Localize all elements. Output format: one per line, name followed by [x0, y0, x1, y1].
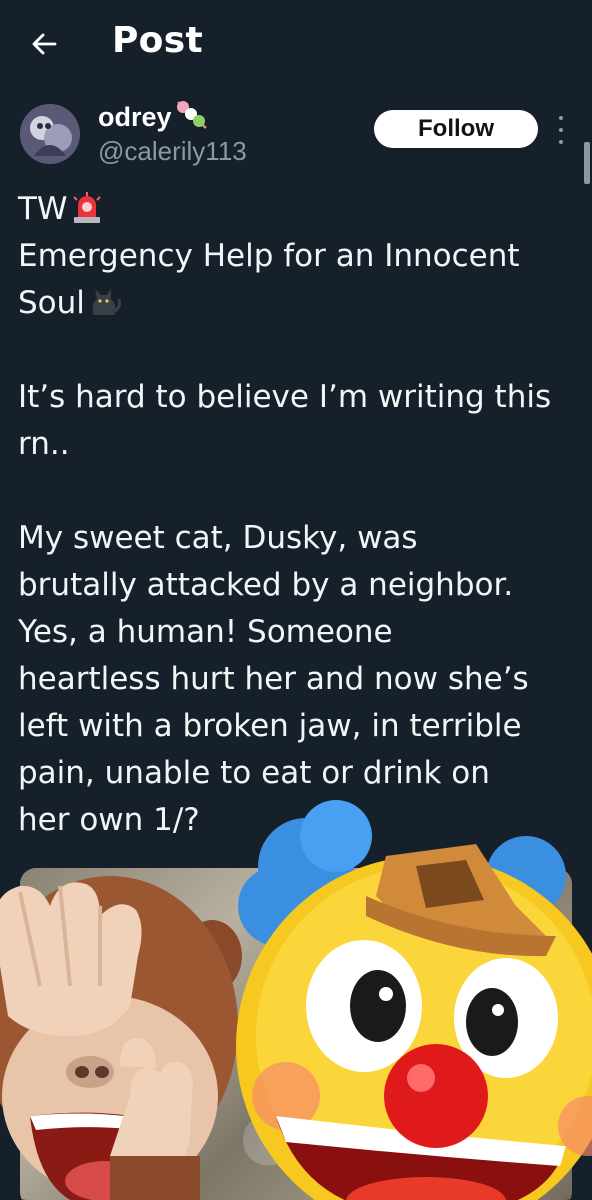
back-button[interactable] — [22, 22, 66, 66]
police-light-icon — [70, 191, 104, 239]
avatar-image — [20, 104, 80, 164]
post-line: rn.. — [18, 426, 70, 462]
arrow-left-icon — [32, 33, 57, 55]
more-options-button[interactable] — [552, 114, 570, 146]
post-line: heartless hurt her and now she’s — [18, 661, 529, 697]
post-line: TW — [18, 186, 580, 233]
top-bar: Post — [0, 0, 592, 92]
post-body: TW Emergency Help for an Innocent Soul I… — [18, 186, 580, 844]
post-screen: Post odrey @calerily113 Follow TW Emerge… — [0, 0, 592, 1200]
clown-face-icon — [236, 800, 592, 1200]
post-line: Soul — [18, 280, 580, 327]
author-display-name[interactable]: odrey — [98, 98, 210, 137]
author-name-text: odrey — [98, 102, 172, 132]
post-line: brutally attacked by a neighbor. — [18, 567, 514, 603]
more-vertical-icon — [559, 116, 563, 120]
dango-icon — [174, 98, 210, 137]
page-title: Post — [112, 20, 203, 61]
author-handle[interactable]: @calerily113 — [98, 136, 247, 167]
post-line: left with a broken jaw, in terrible — [18, 708, 522, 744]
follow-button[interactable]: Follow — [374, 110, 538, 148]
scrollbar-thumb[interactable] — [584, 142, 590, 184]
black-cat-icon — [87, 285, 123, 333]
avatar[interactable] — [20, 104, 80, 164]
post-line: My sweet cat, Dusky, was — [18, 520, 418, 556]
post-line: It’s hard to believe I’m writing this — [18, 379, 552, 415]
post-line: pain, unable to eat or drink on — [18, 755, 490, 791]
post-line: Emergency Help for an Innocent — [18, 238, 520, 274]
post-line: Yes, a human! Someone — [18, 614, 393, 650]
